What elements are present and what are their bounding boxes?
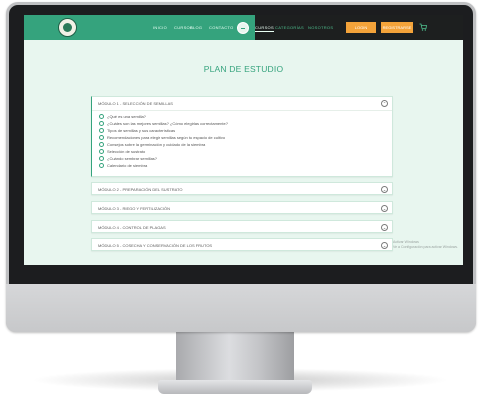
monitor-base [158,380,312,394]
lesson-item[interactable]: Selección de sustrato [99,149,145,155]
page-title: PLAN DE ESTUDIO [203,64,284,74]
cart-icon[interactable] [419,23,427,31]
check-circle-icon [99,128,104,134]
register-button[interactable]: REGISTRARSE [381,22,413,33]
nav-link-blog[interactable]: BLOG [190,25,202,30]
check-circle-icon [99,163,104,169]
check-circle-icon [99,142,104,148]
monitor-stand [176,331,294,383]
module-item[interactable]: MÓDULO 3 - RIEGO Y FERTILIZACIÓN ⌄ [91,201,393,214]
check-circle-icon [99,135,104,141]
nav-link-cursos-active[interactable]: CURSOS [255,25,274,32]
toggle-icon[interactable] [237,22,249,34]
monitor-chin [6,284,476,332]
module-label: MÓDULO 5 - COSECHA Y CONSERVACIÓN DE LOS… [98,243,213,248]
lesson-item[interactable]: ¿Cuáles son las mejores semillas? ¿Cómo … [99,121,228,127]
lesson-item[interactable]: Calendario de siembra [99,163,147,169]
module-item[interactable]: MÓDULO 2 - PREPARACIÓN DEL SUSTRATO ⌄ [91,182,393,195]
module-label: MÓDULO 3 - RIEGO Y FERTILIZACIÓN [98,206,171,211]
website-screen: INICIO CURSOS BLOG CONTACTO CURSOS CATEG… [24,15,463,265]
nav-link-contacto[interactable]: CONTACTO [209,25,233,30]
lesson-item[interactable]: Recomendaciones para elegir semillas seg… [99,135,225,141]
nav-link-inicio[interactable]: INICIO [153,25,167,30]
module-item[interactable]: MÓDULO 4 - CONTROL DE PLAGAS ⌄ [91,220,393,233]
module-label: MÓDULO 2 - PREPARACIÓN DEL SUSTRATO [98,187,183,192]
lesson-item[interactable]: ¿Cuándo sembrar semillas? [99,156,157,162]
lesson-item[interactable]: ¿Qué es una semilla? [99,114,146,120]
login-button[interactable]: LOGIN [346,22,376,33]
module-label: MÓDULO 4 - CONTROL DE PLAGAS [98,225,166,230]
lesson-item[interactable]: Tipos de semillas y sus características [99,128,175,134]
module-label: MÓDULO 1 - SELECCIÓN DE SEMILLAS [98,101,173,106]
chevron-down-icon[interactable]: ⌄ [381,224,388,231]
chevron-down-icon[interactable]: ⌄ [381,205,388,212]
lesson-item[interactable]: Consejos sobre la germinación y cuidado … [99,142,205,148]
check-circle-icon [99,114,104,120]
check-circle-icon [99,156,104,162]
nav-link-nosotros[interactable]: NOSOTROS [308,25,333,30]
module-item-expanded[interactable]: MÓDULO 1 - SELECCIÓN DE SEMILLAS ⌃ ¿Qué … [91,96,393,177]
chevron-down-icon[interactable]: ⌄ [381,242,388,249]
top-navbar: INICIO CURSOS BLOG CONTACTO CURSOS CATEG… [24,15,463,40]
chevron-up-icon[interactable]: ⌃ [381,100,388,107]
nav-link-categorias[interactable]: CATEGORÍAS [275,25,304,30]
windows-activation-note: Activar Windows Ve a Configuración para … [393,240,458,249]
logo-icon[interactable] [58,18,77,37]
module-item[interactable]: MÓDULO 5 - COSECHA Y CONSERVACIÓN DE LOS… [91,238,393,251]
check-circle-icon [99,149,104,155]
check-circle-icon [99,121,104,127]
chevron-down-icon[interactable]: ⌄ [381,186,388,193]
